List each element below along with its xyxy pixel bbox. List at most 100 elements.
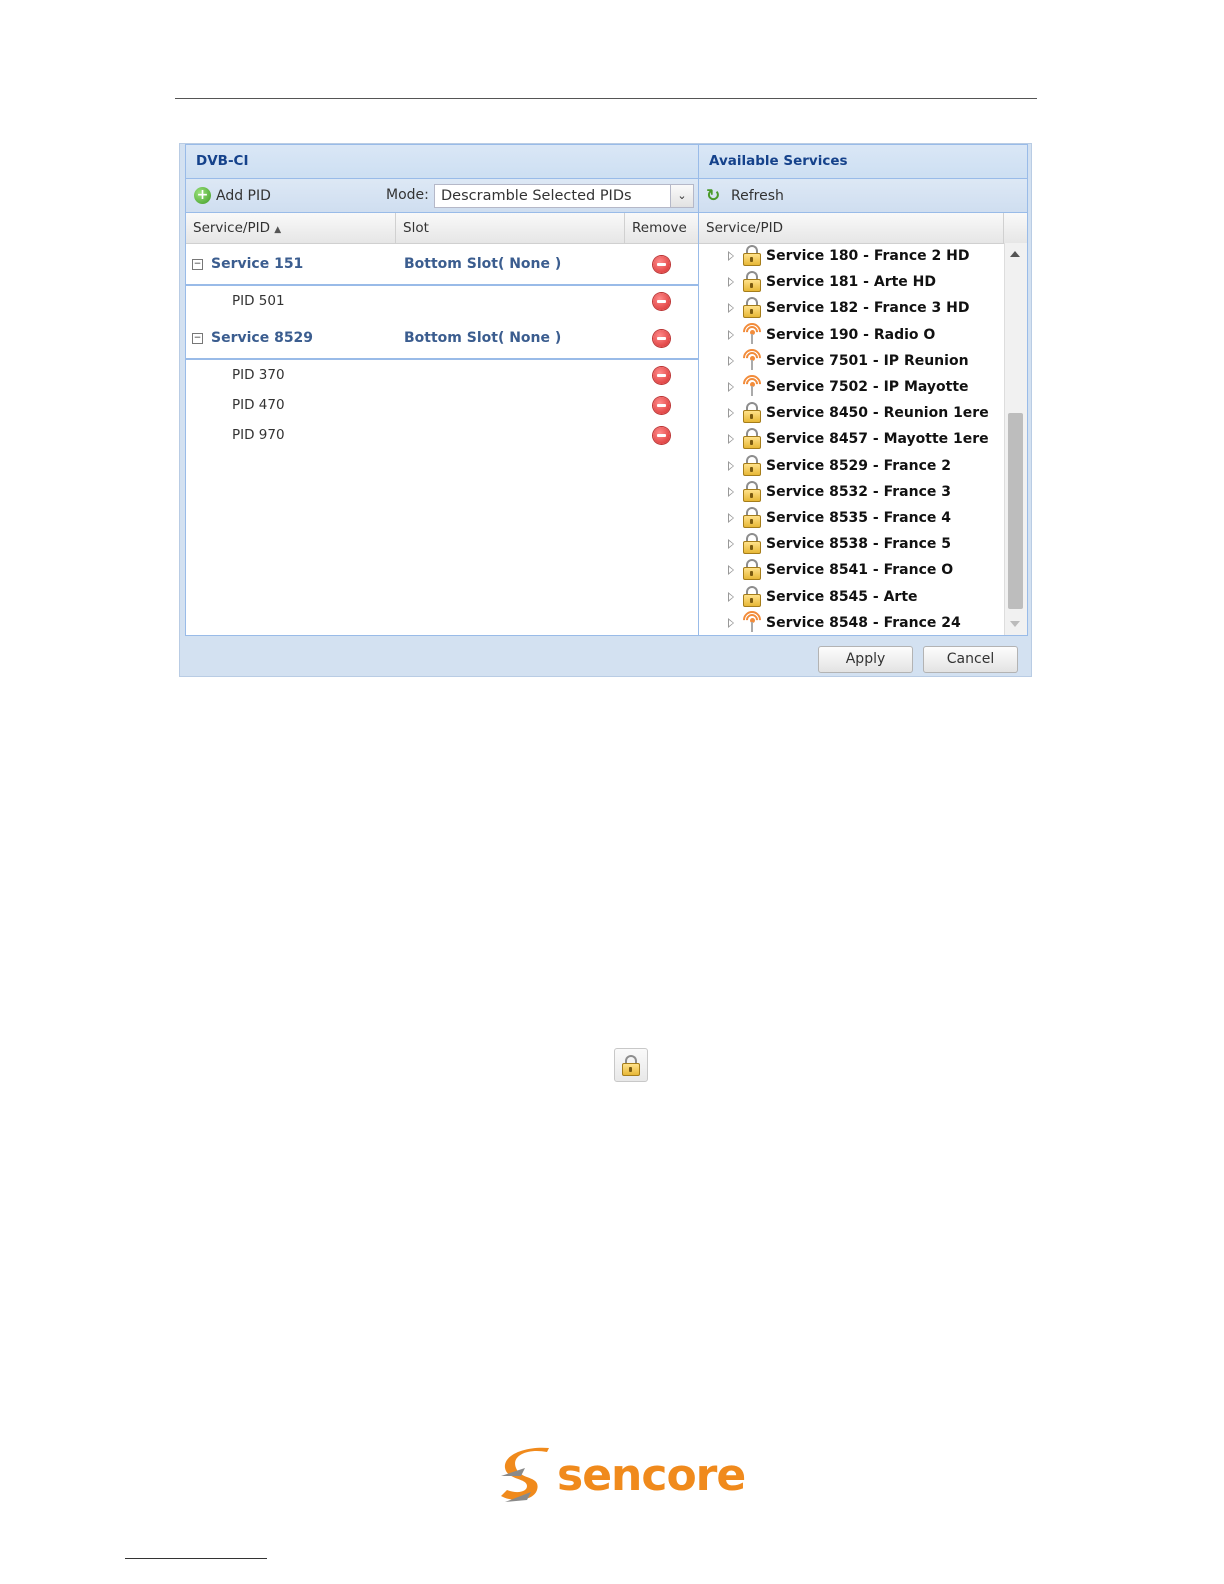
dvb-ci-toolbar: + Add PID Mode: Descramble Selected PIDs… [186,179,698,213]
group-service-name: Service 8529 [211,330,314,346]
column-service-pid[interactable]: Service/PID ▲ [186,213,396,243]
expand-arrow-icon[interactable] [728,591,734,602]
available-services-column-header: Service/PID [699,213,1027,244]
vertical-scrollbar[interactable] [1004,243,1027,635]
add-pid-button[interactable]: + Add PID [194,179,271,212]
add-pid-label: Add PID [216,187,271,204]
collapse-icon[interactable]: − [192,333,203,344]
service-tree-item[interactable]: Service 8541 - France O [699,557,1004,583]
lock-icon [742,585,762,607]
remove-icon[interactable] [653,427,670,444]
sencore-wordmark: sencore [557,1450,746,1501]
expand-arrow-icon[interactable] [728,277,734,288]
service-tree-item[interactable]: Service 8535 - France 4 [699,505,1004,531]
lock-icon [614,1048,648,1082]
pid-row[interactable]: PID 501 [186,286,698,316]
remove-icon[interactable] [653,367,670,384]
radio-icon [739,607,765,633]
service-tree-label: Service 182 - France 3 HD [766,300,970,317]
expand-arrow-icon[interactable] [728,460,734,471]
lock-glyph [621,1054,641,1076]
remove-icon[interactable] [653,256,670,273]
available-services-panel: Available Services ↻ Refresh Service/PID… [698,144,1028,636]
sencore-logo: sencore [497,1446,746,1506]
service-tree-label: Service 8450 - Reunion 1ere [766,405,989,422]
radio-icon [739,345,765,371]
pid-row[interactable]: PID 470 [186,390,698,420]
service-tree-item[interactable]: Service 8532 - France 3 [699,479,1004,505]
radio-icon [739,371,765,397]
dvb-ci-dialog: DVB-CI + Add PID Mode: Descramble Select… [179,143,1032,677]
expand-arrow-icon[interactable] [728,329,734,340]
expand-arrow-icon[interactable] [728,251,734,261]
lock-icon [742,532,762,555]
expand-arrow-icon[interactable] [728,565,734,576]
service-group-row[interactable]: − Service 8529 Bottom Slot( None ) [186,318,698,360]
service-tree-item[interactable]: Service 8548 - France 24 [699,607,1004,635]
expand-arrow-icon[interactable] [728,408,734,419]
pid-row[interactable]: PID 370 [186,360,698,390]
lock-icon [742,401,762,424]
service-tree-item[interactable]: Service 8529 - France 2 [699,453,1004,479]
lock-icon [742,480,762,502]
expand-arrow-icon[interactable] [728,382,734,392]
expand-arrow-icon[interactable] [728,513,734,523]
group-slot: Bottom Slot( None ) [404,256,562,272]
expand-arrow-icon[interactable] [728,539,734,550]
mode-select[interactable]: Descramble Selected PIDs ⌄ [434,184,694,208]
remove-icon[interactable] [653,397,670,414]
service-tree-item[interactable]: Service 182 - France 3 HD [699,295,1004,321]
service-tree-item[interactable]: Service 181 - Arte HD [699,269,1004,295]
service-tree-label: Service 180 - France 2 HD [766,248,970,264]
service-tree-label: Service 8541 - France O [766,562,954,579]
service-tree-label: Service 8548 - France 24 [766,614,961,631]
service-tree-label: Service 8457 - Mayotte 1ere [766,431,989,448]
expand-arrow-icon[interactable] [728,486,734,497]
pid-label: PID 970 [232,427,285,443]
mode-label: Mode: [386,187,429,203]
expand-arrow-icon[interactable] [728,617,734,628]
lock-icon [742,558,762,581]
lock-icon [742,270,762,293]
service-tree-item[interactable]: Service 8545 - Arte [699,584,1004,610]
expand-arrow-icon[interactable] [728,303,734,314]
refresh-button[interactable]: ↻ Refresh [706,179,784,212]
lock-icon [742,454,762,476]
service-tree-label: Service 8535 - France 4 [766,510,951,526]
apply-button[interactable]: Apply [818,646,913,673]
service-tree-item[interactable]: Service 8450 - Reunion 1ere [699,400,1004,426]
lock-icon [742,296,762,319]
scroll-down-icon[interactable] [1010,621,1020,627]
cancel-button[interactable]: Cancel [923,646,1018,673]
service-tree-item[interactable]: Service 8538 - France 5 [699,531,1004,557]
mode-select-value: Descramble Selected PIDs [441,188,632,204]
pid-row[interactable]: PID 970 [186,420,698,450]
service-tree-item[interactable]: Service 8457 - Mayotte 1ere [699,426,1004,452]
service-tree-item[interactable]: Service 7502 - IP Mayotte [699,371,1004,400]
service-tree-item[interactable]: Service 7501 - IP Reunion [699,345,1004,374]
sort-asc-icon: ▲ [274,225,282,235]
column-service-pid[interactable]: Service/PID [699,213,1004,243]
remove-icon[interactable] [653,293,670,310]
service-group-row[interactable]: − Service 151 Bottom Slot( None ) [186,244,698,286]
radio-icon [739,318,765,345]
scrollbar-thumb[interactable] [1008,413,1023,609]
column-remove[interactable]: Remove [625,213,698,243]
service-tree-item[interactable]: Service 180 - France 2 HD [699,243,1004,269]
expand-arrow-icon[interactable] [728,434,734,445]
column-service-pid-label: Service/PID [193,220,270,236]
service-tree-item[interactable]: Service 190 - Radio O [699,318,1004,348]
scroll-up-icon[interactable] [1010,251,1020,257]
footer-link-underline [125,1558,267,1559]
remove-icon[interactable] [653,330,670,347]
service-tree-label: Service 8529 - France 2 [766,457,951,474]
collapse-icon[interactable]: − [192,259,203,270]
group-slot: Bottom Slot( None ) [404,330,562,346]
column-slot[interactable]: Slot [396,213,625,243]
sencore-logo-mark [501,1447,549,1502]
dvb-ci-title: DVB-CI [186,145,698,179]
lock-icon [742,244,762,266]
expand-arrow-icon[interactable] [728,355,734,366]
chevron-down-icon[interactable]: ⌄ [670,185,693,207]
dvb-ci-column-header: Service/PID ▲ Slot Remove [186,213,698,244]
